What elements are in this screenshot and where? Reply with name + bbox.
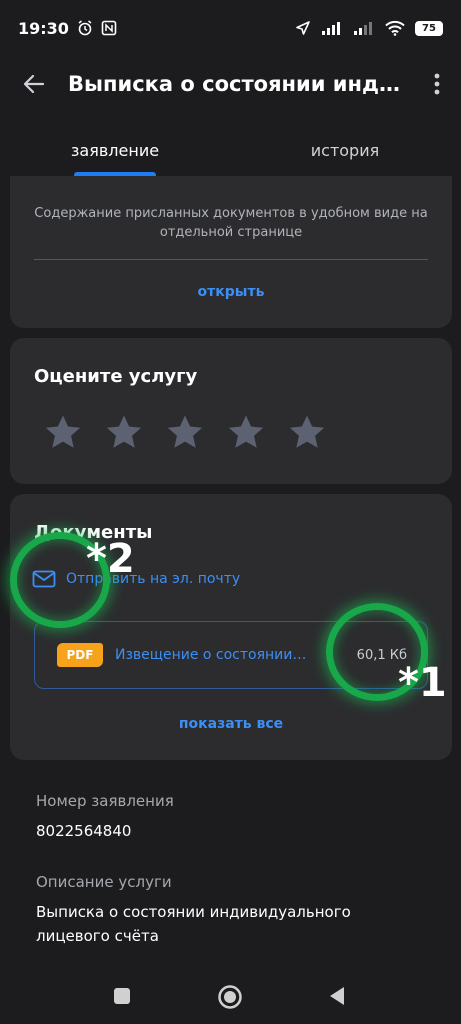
pdf-file-icon: PDF (57, 643, 103, 667)
battery-indicator: 75 (415, 20, 443, 36)
open-button[interactable]: открыть (10, 284, 452, 300)
rating-title: Оцените услугу (34, 366, 198, 387)
tab-history-label: история (310, 140, 380, 160)
wifi-icon (385, 20, 405, 36)
status-time: 19:30 (18, 18, 69, 38)
home-icon[interactable] (217, 984, 243, 1010)
star-icon-3[interactable] (164, 412, 206, 454)
back-button[interactable] (0, 56, 68, 112)
document-view-description: Содержание присланных документов в удобн… (34, 206, 428, 240)
divider (34, 259, 428, 260)
app-bar: Выписка о состоянии индив... (0, 56, 461, 112)
signal-icon (322, 22, 340, 35)
annotation-label-1: *1 (398, 660, 447, 706)
star-icon-1[interactable] (42, 412, 84, 454)
back-nav-icon[interactable] (328, 986, 346, 1006)
more-options-button[interactable] (413, 56, 461, 112)
location-icon (296, 21, 310, 35)
tab-application-label: заявление (70, 140, 160, 160)
application-number: 8022564840 (36, 822, 132, 840)
alarm-icon (78, 20, 92, 36)
application-number-label: Номер заявления (36, 792, 174, 810)
system-nav-bar (0, 968, 461, 1024)
signal-2-icon (354, 22, 372, 35)
file-name: Извещение о состоянии ин... (115, 647, 310, 663)
recent-apps-icon[interactable] (113, 987, 131, 1005)
star-icon-2[interactable] (103, 412, 145, 454)
star-icon-4[interactable] (225, 412, 267, 454)
show-all-button[interactable]: показать все (10, 716, 452, 732)
tab-bar: заявление история (0, 124, 461, 176)
tab-history[interactable]: история (230, 124, 460, 176)
document-view-card: Содержание присланных документов в удобн… (10, 176, 452, 328)
page-title: Выписка о состоянии индив... (68, 72, 408, 96)
star-icon-5[interactable] (286, 412, 328, 454)
arrow-left-icon (23, 74, 45, 94)
service-description: Выписка о состоянии индивидуального лице… (36, 903, 351, 945)
annotation-label-2: *2 (86, 536, 135, 582)
status-bar: 19:30 75 (0, 0, 461, 56)
rating-card: Оцените услугу (10, 338, 452, 484)
service-description-label: Описание услуги (36, 873, 172, 891)
more-vertical-icon (434, 73, 440, 95)
tab-application[interactable]: заявление (0, 124, 230, 176)
nfc-icon (101, 20, 117, 36)
